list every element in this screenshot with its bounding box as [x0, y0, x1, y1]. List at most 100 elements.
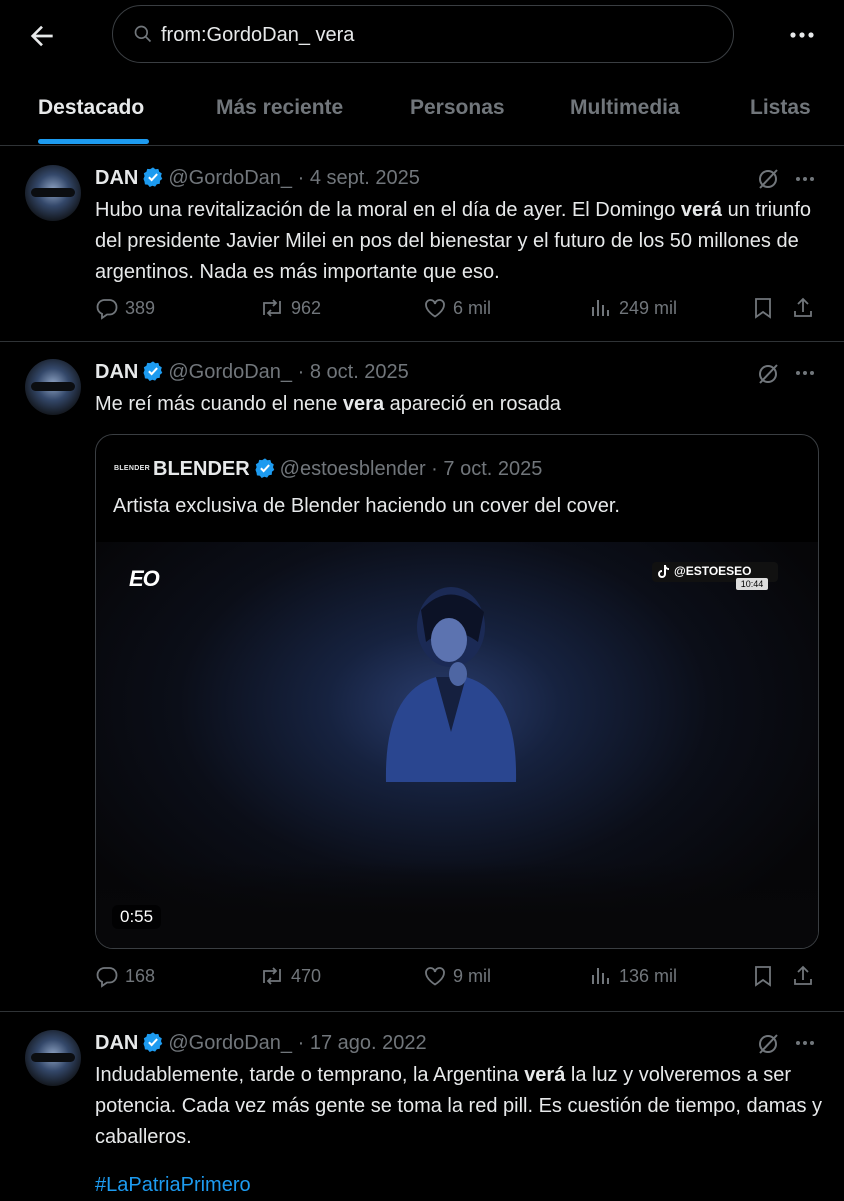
grok-icon[interactable]	[756, 167, 780, 191]
share-icon	[794, 297, 812, 317]
video-eo-logo: EO	[129, 566, 160, 591]
author-name[interactable]: DAN	[95, 361, 138, 383]
repost-button[interactable]: 962	[259, 296, 321, 320]
repost-count: 962	[291, 297, 322, 318]
tab-personas[interactable]: Personas	[410, 96, 505, 120]
search-input[interactable]	[159, 16, 703, 54]
search-highlight: vera	[342, 393, 385, 415]
tweet[interactable]: DAN @GordoDan_ · 4 sept. 2025 Hubo una re…	[0, 146, 844, 342]
back-button[interactable]	[26, 20, 58, 52]
quoted-author-handle[interactable]: @estoesblender	[280, 458, 426, 480]
repost-icon	[263, 299, 281, 317]
tweet-text-part: Hubo una revitalización de la moral en e…	[95, 199, 681, 221]
tab-listas[interactable]: Listas	[750, 96, 811, 120]
views-count: 136 mil	[619, 965, 678, 986]
tweet-text: Me reí más cuando el nene vera apareció …	[95, 389, 825, 420]
quoted-tweet-header: BLENDER @estoesblender · 7 oct. 2025	[153, 457, 542, 481]
like-count: 6 mil	[453, 297, 492, 318]
tweet-text: Indudablemente, tarde o temprano, la Arg…	[95, 1060, 825, 1153]
author-handle[interactable]: @GordoDan_	[168, 1032, 292, 1054]
search-highlight: verá	[680, 199, 723, 221]
share-icon	[794, 965, 812, 985]
author-handle[interactable]: @GordoDan_	[168, 361, 292, 383]
bookmark-icon	[755, 298, 771, 319]
repost-button[interactable]: 470	[259, 964, 321, 988]
video-timestamp: 10:44	[736, 578, 768, 590]
bookmark-icon	[755, 966, 771, 987]
reply-button[interactable]: 168	[95, 964, 155, 988]
quoted-tweet-date[interactable]: 7 oct. 2025	[443, 458, 542, 480]
more-icon[interactable]	[794, 168, 816, 190]
tab-destacado[interactable]: Destacado	[38, 96, 144, 120]
tab-multimedia[interactable]: Multimedia	[570, 96, 680, 120]
tweet-text-part: Me reí más cuando el nene	[95, 393, 343, 415]
views-icon	[592, 968, 609, 984]
tweet-header: DAN @GordoDan_ · 17 ago. 2022	[95, 1031, 427, 1055]
like-button[interactable]: 6 mil	[423, 296, 491, 320]
like-count: 9 mil	[453, 965, 492, 986]
more-icon[interactable]	[794, 1032, 816, 1054]
tiktok-icon	[658, 565, 669, 578]
tweet-text-part: apareció en rosada	[384, 393, 561, 415]
search-box[interactable]	[112, 5, 734, 63]
search-highlight: verá	[524, 1064, 566, 1086]
reply-count: 168	[125, 965, 156, 986]
tweet-date[interactable]: 17 ago. 2022	[310, 1032, 427, 1054]
active-tab-indicator	[38, 139, 149, 144]
tweet-date[interactable]: 4 sept. 2025	[310, 167, 420, 189]
like-icon	[425, 299, 445, 318]
share-button[interactable]	[791, 964, 821, 988]
more-icon	[790, 32, 814, 38]
bookmark-button[interactable]	[751, 296, 781, 320]
reply-count: 389	[125, 297, 156, 318]
reply-button[interactable]: 389	[95, 296, 155, 320]
separator: ·	[425, 458, 444, 480]
tab-mas-reciente[interactable]: Más reciente	[216, 96, 343, 120]
hashtag-link[interactable]: #LaPatriaPrimero	[95, 1170, 825, 1201]
performer-figure	[385, 587, 517, 782]
bookmark-button[interactable]	[751, 964, 781, 988]
views-count: 249 mil	[619, 297, 678, 318]
quoted-tweet[interactable]: BLENDER BLENDER @estoesblender · 7 oct. 2…	[95, 434, 819, 949]
more-icon[interactable]	[794, 362, 816, 384]
tweet-actions: 168 470 9 mil 136 mil	[95, 964, 825, 994]
avatar[interactable]	[25, 359, 81, 415]
author-handle[interactable]: @GordoDan_	[168, 167, 292, 189]
tweet-header: DAN @GordoDan_ · 8 oct. 2025	[95, 360, 409, 384]
repost-icon	[263, 967, 281, 985]
tiktok-handle: @ESTOESEO	[674, 564, 752, 578]
verified-icon	[143, 361, 163, 381]
avatar[interactable]	[25, 1030, 81, 1086]
search-tabs: Destacado Más reciente Personas Multimed…	[0, 80, 844, 146]
tweet[interactable]: DAN @GordoDan_ · 17 ago. 2022 Indudableme…	[0, 1012, 844, 1200]
verified-icon	[143, 1032, 163, 1052]
avatar[interactable]	[25, 165, 81, 221]
tweet-text-part: Indudablemente, tarde o temprano, la Arg…	[95, 1064, 525, 1086]
quoted-tweet-text: Artista exclusiva de Blender haciendo un…	[113, 495, 620, 517]
like-button[interactable]: 9 mil	[423, 964, 491, 988]
reply-icon	[96, 967, 118, 988]
more-options-button[interactable]	[782, 20, 822, 50]
top-bar: Destacado Más reciente Personas Multimed…	[0, 0, 844, 146]
quoted-author-name[interactable]: BLENDER	[153, 458, 250, 480]
views-button[interactable]: 136 mil	[589, 964, 677, 988]
grok-icon[interactable]	[756, 362, 780, 386]
tweet-header: DAN @GordoDan_ · 4 sept. 2025	[95, 166, 420, 190]
share-button[interactable]	[791, 296, 821, 320]
views-button[interactable]: 249 mil	[589, 296, 677, 320]
author-name[interactable]: DAN	[95, 1032, 138, 1054]
author-name[interactable]: DAN	[95, 167, 138, 189]
views-icon	[592, 300, 609, 316]
grok-icon[interactable]	[756, 1032, 780, 1056]
reply-icon	[96, 299, 118, 320]
back-arrow-icon	[30, 25, 53, 47]
tweet-date[interactable]: 8 oct. 2025	[310, 361, 409, 383]
blender-logo: BLENDER	[114, 465, 150, 472]
like-icon	[425, 967, 445, 986]
separator: ·	[292, 1032, 310, 1054]
video-player[interactable]: EO @ESTOESEO 10:44 0:55	[96, 542, 818, 948]
verified-icon	[255, 458, 274, 478]
repost-count: 470	[291, 965, 322, 986]
separator: ·	[292, 167, 310, 189]
tweet-text: Hubo una revitalización de la moral en e…	[95, 195, 825, 288]
